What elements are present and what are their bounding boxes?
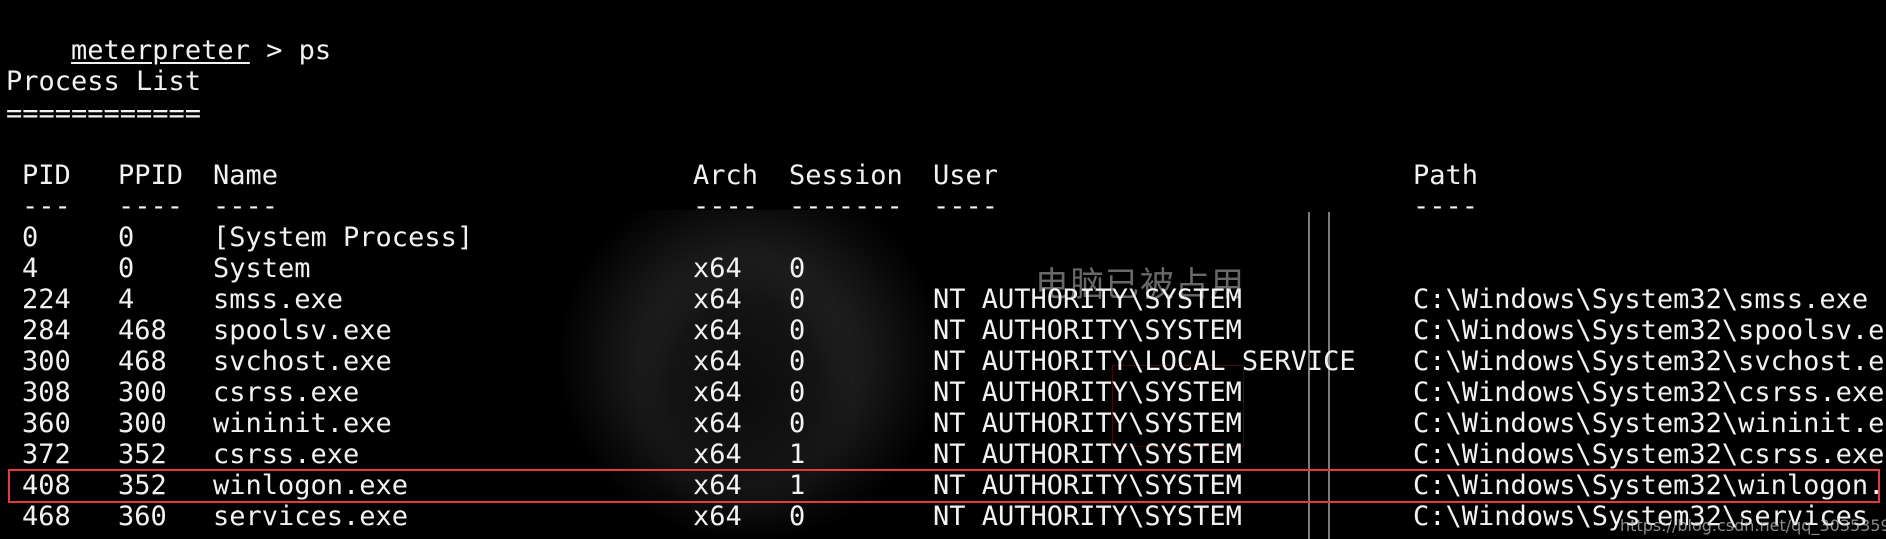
cell-arch: x64 <box>693 377 742 408</box>
rule-session: ------- <box>789 191 903 222</box>
cell-pid: 308 <box>22 377 71 408</box>
cell-name: csrss.exe <box>213 439 360 470</box>
rule-ppid: ---- <box>118 191 184 222</box>
cell-pid: 0 <box>22 222 39 253</box>
prompt-command: ps <box>298 35 332 66</box>
cell-name: svchost.exe <box>213 346 392 377</box>
table-row[interactable]: 308 300 csrss.exe x64 0 NT AUTHORITY\SYS… <box>0 377 1886 408</box>
cell-session: 1 <box>789 439 806 470</box>
table-row[interactable]: 468 360 services.exe x64 0 NT AUTHORITY\… <box>0 501 1886 532</box>
terminal-window[interactable]: 电脑已被占用 meterpreter > ps Process List ===… <box>0 0 1886 539</box>
header-arch: Arch <box>693 160 759 191</box>
cell-session: 0 <box>789 253 806 284</box>
prompt-separator: > <box>249 35 299 66</box>
rule-arch: ---- <box>693 191 759 222</box>
cell-session: 0 <box>789 377 806 408</box>
cell-ppid: 360 <box>118 501 167 532</box>
cell-pid: 224 <box>22 284 71 315</box>
cell-session: 0 <box>789 315 806 346</box>
header-user: User <box>933 160 999 191</box>
cell-path: C:\Windows\System32\wininit.e <box>1413 408 1885 439</box>
table-row[interactable]: 360 300 wininit.exe x64 0 NT AUTHORITY\S… <box>0 408 1886 439</box>
cell-path: C:\Windows\System32\smss.exe <box>1413 284 1869 315</box>
cell-path: C:\Windows\System32\csrss.exe <box>1413 439 1885 470</box>
rule-pid: --- <box>22 191 71 222</box>
cell-user: NT AUTHORITY\LOCAL SERVICE <box>933 346 1356 377</box>
cell-user: NT AUTHORITY\SYSTEM <box>933 501 1242 532</box>
header-pid: PID <box>22 160 71 191</box>
cell-arch: x64 <box>693 408 742 439</box>
cell-session: 0 <box>789 284 806 315</box>
cell-user: NT AUTHORITY\SYSTEM <box>933 439 1242 470</box>
header-name: Name <box>213 160 279 191</box>
cell-name: System <box>213 253 311 284</box>
cell-arch: x64 <box>693 439 742 470</box>
cell-ppid: 0 <box>118 253 135 284</box>
cell-name: spoolsv.exe <box>213 315 392 346</box>
cell-session: 0 <box>789 501 806 532</box>
cell-user: NT AUTHORITY\SYSTEM <box>933 408 1242 439</box>
cell-user: NT AUTHORITY\SYSTEM <box>933 377 1242 408</box>
cell-ppid: 300 <box>118 377 167 408</box>
cell-arch: x64 <box>693 315 742 346</box>
cell-user: NT AUTHORITY\SYSTEM <box>933 315 1242 346</box>
cell-path: C:\Windows\System32\svchost.e <box>1413 346 1885 377</box>
cell-pid: 468 <box>22 501 71 532</box>
header-path: Path <box>1413 160 1479 191</box>
cell-ppid: 352 <box>118 439 167 470</box>
cell-pid: 4 <box>22 253 39 284</box>
header-session: Session <box>789 160 903 191</box>
table-row[interactable]: 0 0 [System Process] <box>0 222 1886 253</box>
cell-path: C:\Windows\System32\spoolsv.e <box>1413 315 1885 346</box>
table-header-rules: --- ---- ---- ---- ------- ---- ---- <box>0 191 1886 222</box>
cell-session: 0 <box>789 346 806 377</box>
cell-path: C:\Windows\System32\csrss.exe <box>1413 377 1885 408</box>
table-row[interactable]: 4 0 System x64 0 <box>0 253 1886 284</box>
cell-pid: 300 <box>22 346 71 377</box>
table-header: PID PPID Name Arch Session User Path <box>0 160 1886 191</box>
rule-name: ---- <box>213 191 279 222</box>
cell-arch: x64 <box>693 253 742 284</box>
header-ppid: PPID <box>118 160 184 191</box>
cell-name: services.exe <box>213 501 409 532</box>
cell-ppid: 4 <box>118 284 135 315</box>
cell-pid: 360 <box>22 408 71 439</box>
cell-name: csrss.exe <box>213 377 360 408</box>
cell-ppid: 468 <box>118 346 167 377</box>
cell-arch: x64 <box>693 346 742 377</box>
cell-ppid: 300 <box>118 408 167 439</box>
source-watermark: https://blog.csdn.net/qq_30353592 <box>1620 516 1886 535</box>
table-row[interactable]: 284 468 spoolsv.exe x64 0 NT AUTHORITY\S… <box>0 315 1886 346</box>
cell-arch: x64 <box>693 501 742 532</box>
table-row[interactable]: 300 468 svchost.exe x64 0 NT AUTHORITY\L… <box>0 346 1886 377</box>
section-heading: Process List <box>6 66 202 97</box>
cell-ppid: 0 <box>118 222 135 253</box>
prompt-app: meterpreter <box>71 35 250 66</box>
cell-session: 0 <box>789 408 806 439</box>
cell-name: [System Process] <box>213 222 474 253</box>
section-heading-rule: ============ <box>6 98 202 129</box>
cell-arch: x64 <box>693 284 742 315</box>
cell-name: smss.exe <box>213 284 344 315</box>
highlight-box <box>8 469 1880 503</box>
cell-pid: 372 <box>22 439 71 470</box>
cell-name: wininit.exe <box>213 408 392 439</box>
table-row[interactable]: 372 352 csrss.exe x64 1 NT AUTHORITY\SYS… <box>0 439 1886 470</box>
cell-user: NT AUTHORITY\SYSTEM <box>933 284 1242 315</box>
table-row[interactable]: 224 4 smss.exe x64 0 NT AUTHORITY\SYSTEM… <box>0 284 1886 315</box>
rule-user: ---- <box>933 191 999 222</box>
rule-path: ---- <box>1413 191 1479 222</box>
cell-ppid: 468 <box>118 315 167 346</box>
cell-pid: 284 <box>22 315 71 346</box>
